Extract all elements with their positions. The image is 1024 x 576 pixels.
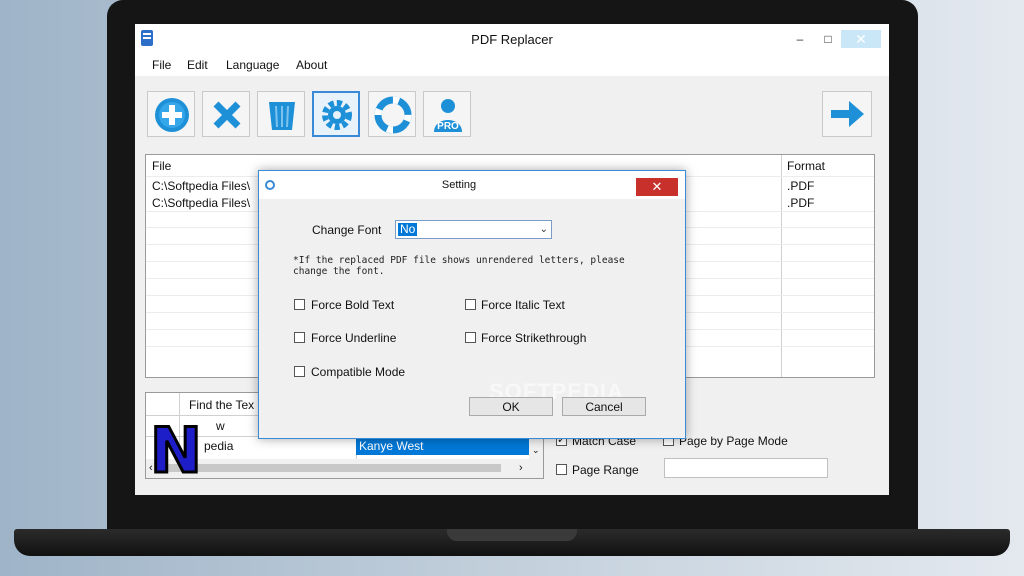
menu-about[interactable]: About [296, 58, 327, 72]
settings-icon [322, 100, 352, 130]
chevron-down-icon: ⌄ [539, 224, 548, 235]
pro-label: PRO [437, 121, 459, 132]
file-format-cell[interactable]: .PDF [787, 196, 814, 210]
clear-list-button[interactable] [257, 91, 305, 137]
find-text-cell[interactable]: w [216, 419, 225, 433]
add-icon [155, 98, 189, 132]
file-format-cell[interactable]: .PDF [787, 179, 814, 193]
change-font-select[interactable]: No ⌄ [395, 220, 552, 239]
change-font-label: Change Font [312, 223, 382, 237]
page-range-input[interactable] [664, 458, 828, 478]
maximize-button[interactable]: □ [813, 30, 843, 48]
force-bold-label: Force Bold Text [311, 298, 395, 312]
file-path-cell[interactable]: C:\Softpedia Files\ [152, 196, 250, 210]
remove-file-button[interactable] [202, 91, 250, 137]
trash-icon [269, 102, 295, 130]
scroll-right-icon[interactable]: › [519, 462, 523, 474]
settings-button[interactable] [312, 91, 360, 137]
pro-upgrade-button[interactable]: PRO [423, 91, 471, 137]
add-file-button[interactable] [147, 91, 195, 137]
file-column-header[interactable]: File [152, 159, 171, 173]
next-step-button[interactable] [822, 91, 872, 137]
close-button[interactable]: ✕ [841, 30, 881, 48]
force-strikethrough-label: Force Strikethrough [481, 331, 587, 345]
menu-language[interactable]: Language [226, 58, 279, 72]
force-underline-checkbox[interactable] [294, 332, 305, 343]
ok-button[interactable]: OK [469, 397, 553, 416]
scroll-thumb[interactable] [166, 464, 501, 472]
overlay-logo: N [149, 414, 204, 487]
force-italic-checkbox[interactable] [465, 299, 476, 310]
font-note: *If the replaced PDF file shows unrender… [293, 255, 625, 277]
compatible-mode-label: Compatible Mode [311, 365, 406, 379]
cancel-button[interactable]: Cancel [562, 397, 646, 416]
pro-user-icon: PRO [434, 99, 462, 132]
menu-bar: File Edit Language About [135, 54, 889, 76]
page-range-checkbox[interactable] [556, 464, 567, 475]
force-italic-label: Force Italic Text [481, 298, 565, 312]
laptop-notch [447, 529, 577, 541]
arrow-right-icon [831, 101, 864, 127]
delete-icon [213, 101, 241, 129]
replace-text-cell-selected[interactable]: Kanye West [356, 437, 529, 455]
compatible-mode-checkbox[interactable] [294, 366, 305, 377]
menu-edit[interactable]: Edit [187, 58, 208, 72]
menu-file[interactable]: File [152, 58, 171, 72]
find-text-cell[interactable]: pedia [204, 439, 233, 453]
dialog-title-bar: Setting ✕ [259, 171, 685, 199]
window-title: PDF Replacer [471, 32, 553, 47]
dialog-close-button[interactable]: ✕ [636, 178, 678, 196]
force-underline-label: Force Underline [311, 331, 397, 345]
help-button[interactable] [368, 91, 416, 137]
title-bar: PDF Replacer – □ ✕ [135, 24, 889, 54]
settings-dialog: Setting ✕ Change Font No ⌄ *If the repla… [258, 170, 686, 439]
help-icon [374, 96, 412, 134]
change-font-value: No [398, 222, 418, 236]
column-divider [781, 155, 782, 377]
force-bold-checkbox[interactable] [294, 299, 305, 310]
file-path-cell[interactable]: C:\Softpedia Files\ [152, 179, 250, 193]
force-strikethrough-checkbox[interactable] [465, 332, 476, 343]
dialog-title: Setting [441, 179, 477, 191]
find-text-header[interactable]: Find the Tex [189, 398, 254, 412]
replace-text-value: Kanye West [359, 439, 424, 453]
page-by-page-label: Page by Page Mode [679, 434, 788, 448]
scroll-down-icon[interactable]: ⌄ [532, 445, 540, 456]
page-range-label: Page Range [572, 463, 639, 477]
format-column-header[interactable]: Format [787, 159, 825, 173]
minimize-button[interactable]: – [785, 30, 815, 48]
